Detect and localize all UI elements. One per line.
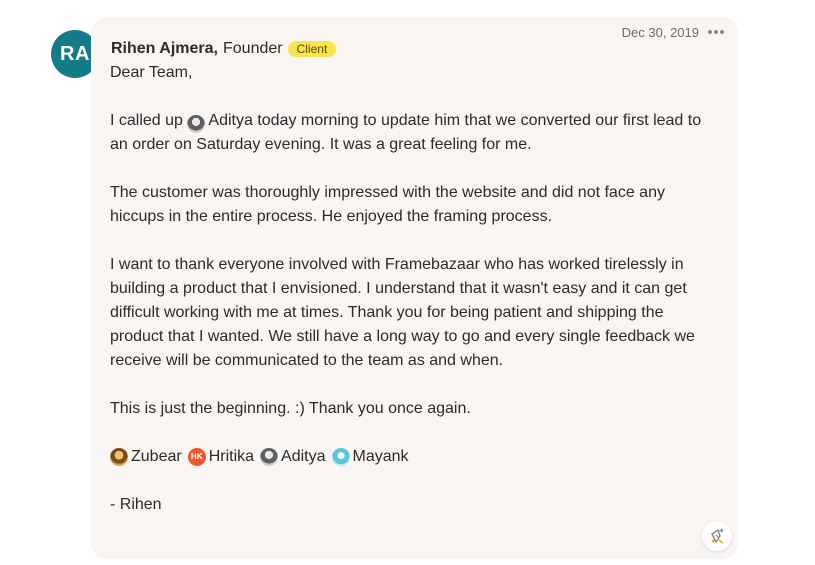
zubear-avatar bbox=[110, 448, 128, 466]
mention-label: Mayank bbox=[352, 448, 409, 465]
mention-mayank[interactable]: Mayank bbox=[331, 445, 409, 469]
aditya-avatar bbox=[260, 448, 279, 466]
mention-aditya-2[interactable]: Aditya bbox=[260, 445, 326, 469]
paragraph-1-start: I called up bbox=[110, 112, 183, 129]
paragraph-3: I want to thank everyone involved with F… bbox=[110, 256, 695, 369]
mention-label: Aditya bbox=[281, 448, 326, 465]
mention-zubear[interactable]: Zubear bbox=[110, 445, 182, 469]
hritika-avatar: HK bbox=[187, 448, 206, 466]
post-header: Rihen Ajmera, Founder Client bbox=[111, 39, 337, 59]
author-role: Founder bbox=[223, 40, 283, 57]
paragraph-1: I called up Aditya today morning to upda… bbox=[110, 109, 710, 157]
mention-label: Hritika bbox=[208, 448, 255, 465]
add-reaction-button[interactable] bbox=[702, 521, 732, 551]
mentions-list: Zubear HK Hritika Aditya Mayank bbox=[110, 445, 710, 469]
mention-label: Aditya bbox=[208, 112, 253, 129]
post-card: Rihen Ajmera, Founder Client Dec 30, 201… bbox=[91, 17, 738, 559]
more-horizontal-icon[interactable] bbox=[706, 26, 726, 38]
more-dot bbox=[708, 30, 712, 34]
more-dot bbox=[720, 30, 724, 34]
mention-hritika[interactable]: HK Hritika bbox=[187, 445, 255, 469]
signature: - Rihen bbox=[110, 496, 162, 513]
more-dot bbox=[714, 30, 718, 34]
add-reaction-icon bbox=[711, 528, 724, 544]
post-body: Dear Team, I called up Aditya today morn… bbox=[110, 61, 710, 517]
author-name[interactable]: Rihen Ajmera, bbox=[111, 39, 218, 59]
paragraph-2: The customer was thoroughly impressed wi… bbox=[110, 184, 665, 225]
mention-label: Zubear bbox=[131, 448, 182, 465]
aditya-avatar bbox=[187, 115, 206, 133]
post-date: Dec 30, 2019 bbox=[621, 25, 699, 40]
paragraph-4: This is just the beginning. :) Thank you… bbox=[110, 400, 471, 417]
mention-aditya[interactable]: Aditya bbox=[187, 109, 253, 133]
client-badge: Client bbox=[287, 41, 337, 57]
greeting: Dear Team, bbox=[110, 64, 193, 81]
mayank-avatar bbox=[331, 448, 350, 466]
